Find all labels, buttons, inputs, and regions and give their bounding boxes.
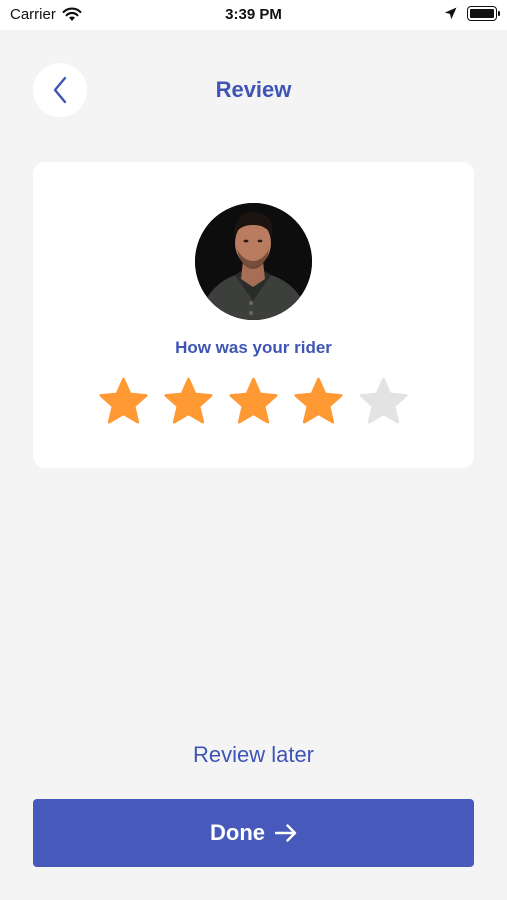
location-arrow-icon — [444, 7, 457, 20]
star-rating — [33, 374, 474, 430]
star-icon-2[interactable] — [160, 374, 217, 430]
star-icon-3[interactable] — [225, 374, 282, 430]
status-bar: Carrier 3:39 PM — [0, 0, 507, 30]
review-screen: Carrier 3:39 PM Review How was your ride… — [0, 0, 507, 900]
status-time: 3:39 PM — [225, 6, 282, 23]
status-right — [444, 6, 500, 21]
rider-photo — [195, 203, 312, 320]
battery-icon — [467, 6, 500, 21]
star-icon-5[interactable] — [355, 374, 412, 430]
star-icon-4[interactable] — [290, 374, 347, 430]
page-title: Review — [215, 77, 292, 102]
rider-question: How was your rider — [175, 338, 332, 357]
done-button[interactable]: Done — [33, 799, 474, 867]
done-label: Done — [210, 820, 265, 845]
star-icon-1[interactable] — [95, 374, 152, 430]
review-later-link[interactable]: Review later — [0, 742, 507, 768]
arrow-right-icon — [275, 824, 297, 842]
rider-avatar — [195, 203, 312, 320]
review-card: How was your rider — [33, 162, 474, 468]
